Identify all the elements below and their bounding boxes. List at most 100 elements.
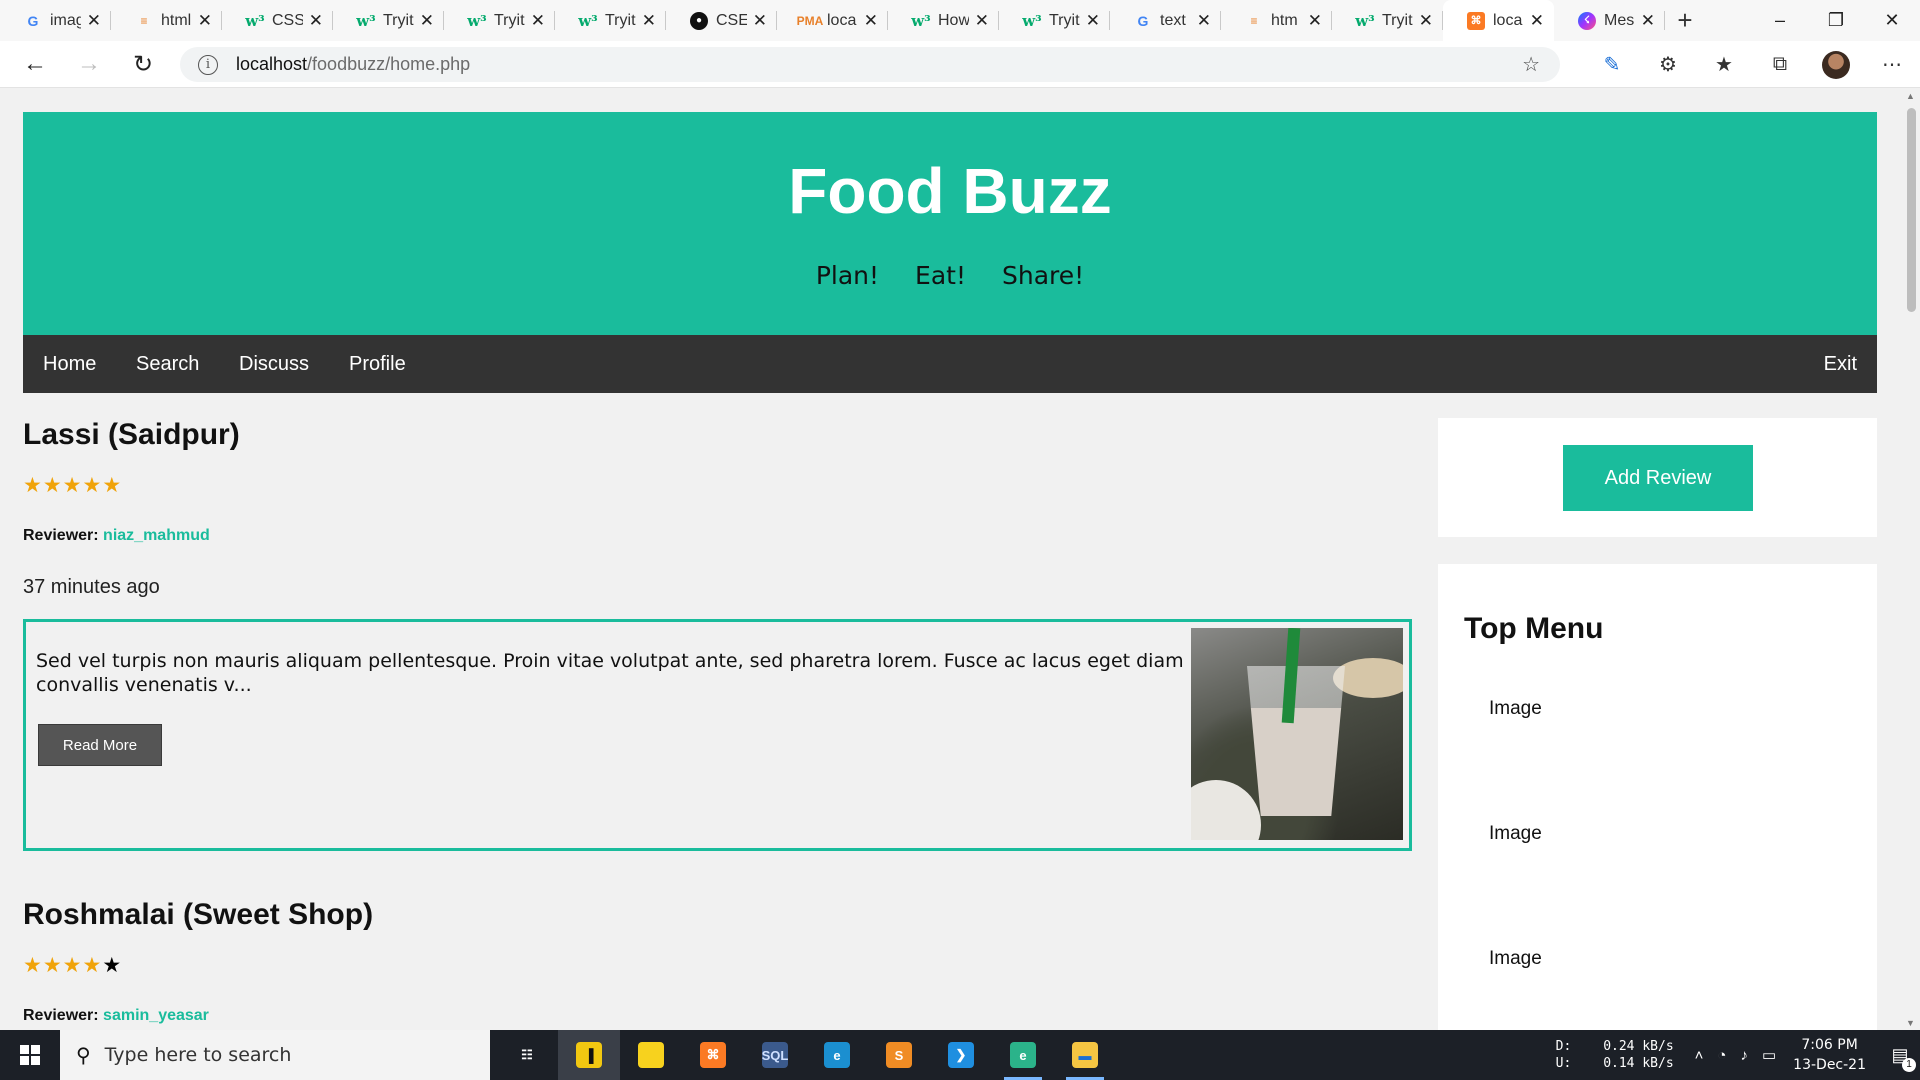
xampp-icon: ⌘ [1467, 11, 1485, 30]
browser-tab[interactable]: PMA loca ✕ [777, 0, 888, 41]
browser-tab[interactable]: ☇ Mes ✕ [1554, 0, 1665, 41]
close-window-button[interactable]: ✕ [1864, 0, 1920, 41]
search-icon: ⚲ [76, 1043, 91, 1067]
close-tab-icon[interactable]: ✕ [198, 11, 212, 31]
scroll-thumb[interactable] [1907, 108, 1916, 312]
browser-tab[interactable]: w³ Tryit ✕ [1332, 0, 1443, 41]
post-card: Sed vel turpis non mauris aliquam pellen… [23, 619, 1412, 851]
extensions-icon[interactable]: ⚙ [1640, 52, 1696, 77]
close-tab-icon[interactable]: ✕ [1641, 11, 1655, 31]
clock[interactable]: 7:06 PM 13-Dec-21 [1793, 1035, 1866, 1075]
nav-discuss[interactable]: Discuss [239, 335, 309, 393]
clock-date: 13-Dec-21 [1793, 1057, 1866, 1073]
reviewer-line: Reviewer: niaz_mahmud [23, 527, 210, 545]
address-bar[interactable]: i localhost /foodbuzz/home.php ☆ [180, 47, 1560, 82]
restore-button[interactable]: ❐ [1808, 0, 1864, 41]
profile-avatar[interactable] [1822, 50, 1850, 79]
close-tab-icon[interactable]: ✕ [975, 11, 989, 31]
xampp-button[interactable]: ⌘ [682, 1030, 744, 1080]
scroll-down-icon[interactable]: ▼ [1906, 1018, 1915, 1028]
reviewer-link[interactable]: samin_yeasar [103, 1007, 209, 1024]
post-title[interactable]: Roshmalai (Sweet Shop) [23, 898, 373, 932]
tagline-share: Share! [1002, 261, 1085, 290]
edge-button[interactable]: e [806, 1030, 868, 1080]
top-menu-image[interactable]: Image [1489, 948, 1542, 970]
close-tab-icon[interactable]: ✕ [87, 11, 101, 31]
minimize-button[interactable]: – [1752, 0, 1808, 41]
close-tab-icon[interactable]: ✕ [420, 11, 434, 31]
edge-dev-button[interactable]: e [992, 1030, 1054, 1080]
file-explorer-button[interactable]: ▬ [1054, 1030, 1116, 1080]
reviewer-label: Reviewer: [23, 527, 99, 544]
read-more-button[interactable]: Read More [38, 724, 162, 766]
address-toolbar: ← → ↻ i localhost /foodbuzz/home.php ☆ ✎… [0, 41, 1920, 88]
phpmyadmin-icon: PMA [796, 13, 824, 28]
close-tab-icon[interactable]: ✕ [864, 11, 878, 31]
taskbar-search[interactable]: ⚲ Type here to search [60, 1030, 490, 1080]
page-scrollbar[interactable]: ▲ ▼ [1903, 89, 1920, 1030]
browser-tab[interactable]: Gtext ✕ [1110, 0, 1221, 41]
file-explorer-icon: ▬ [1072, 1042, 1098, 1068]
mysql-workbench-button[interactable]: SQL [744, 1030, 806, 1080]
close-tab-icon[interactable]: ✕ [642, 11, 656, 31]
post-title[interactable]: Lassi (Saidpur) [23, 418, 240, 452]
top-menu-image[interactable]: Image [1489, 698, 1542, 720]
star-filled-icon: ★ [82, 954, 103, 977]
forward-icon[interactable]: → [62, 50, 116, 78]
notifications-button[interactable]: ▤ 1 [1880, 1045, 1920, 1072]
task-view-button[interactable]: ☷ [496, 1030, 558, 1080]
reviewer-link[interactable]: niaz_mahmud [103, 527, 210, 544]
close-tab-icon[interactable]: ✕ [1419, 11, 1433, 31]
add-favorite-icon[interactable]: ☆ [1522, 52, 1540, 77]
close-tab-icon[interactable]: ✕ [531, 11, 545, 31]
close-tab-icon[interactable]: ✕ [1308, 11, 1322, 31]
browser-tab[interactable]: w³ Tryit ✕ [333, 0, 444, 41]
tab-title: Tryit [605, 11, 636, 29]
tray-chevron-icon[interactable]: ˄ [1695, 1047, 1704, 1064]
browser-tab[interactable]: w³ Tryit ✕ [444, 0, 555, 41]
close-tab-icon[interactable]: ✕ [309, 11, 323, 31]
browser-tab[interactable]: w³ How ✕ [888, 0, 999, 41]
pen-icon[interactable]: ✎ [1584, 52, 1640, 77]
browser-tab[interactable]: w³ CSS ✕ [222, 0, 333, 41]
sublime-text-button[interactable]: S [868, 1030, 930, 1080]
add-review-button[interactable]: Add Review [1563, 445, 1753, 511]
power-bi-icon: ▐ [576, 1042, 602, 1068]
close-tab-icon[interactable]: ✕ [1086, 11, 1100, 31]
more-icon[interactable]: ⋯ [1864, 52, 1920, 77]
top-menu-title: Top Menu [1464, 612, 1604, 645]
browser-tab[interactable]: ⌘ loca ✕ [1443, 0, 1554, 41]
browser-tab[interactable]: w³ Tryit ✕ [999, 0, 1110, 41]
tab-title: htm [1271, 11, 1298, 29]
top-menu-image[interactable]: Image [1489, 823, 1542, 845]
back-icon[interactable]: ← [8, 50, 62, 78]
close-tab-icon[interactable]: ✕ [1197, 11, 1211, 31]
nav-profile[interactable]: Profile [349, 335, 406, 393]
star-empty-icon: ★ [102, 954, 123, 977]
browser-tab[interactable]: ● CSE ✕ [666, 0, 777, 41]
battery-icon[interactable]: ▭ [1762, 1046, 1776, 1064]
browser-tab[interactable]: ≡ html ✕ [111, 0, 222, 41]
close-tab-icon[interactable]: ✕ [1530, 11, 1544, 31]
volume-icon[interactable]: ♪ [1740, 1047, 1748, 1064]
power-bi-button[interactable]: ▐ [558, 1030, 620, 1080]
new-tab-button[interactable]: + [1665, 5, 1705, 36]
scroll-up-icon[interactable]: ▲ [1906, 91, 1915, 101]
favorites-icon[interactable]: ★ [1696, 52, 1752, 77]
reload-icon[interactable]: ↻ [116, 50, 170, 79]
close-tab-icon[interactable]: ✕ [753, 11, 767, 31]
tab-title: loca [1493, 11, 1523, 29]
wifi-icon[interactable]: ◔ [1717, 1047, 1726, 1064]
browser-tab[interactable]: ≡ htm ✕ [1221, 0, 1332, 41]
sticky-notes-button[interactable] [620, 1030, 682, 1080]
browser-tab[interactable]: Gimages ✕ [0, 0, 111, 41]
site-info-icon[interactable]: i [198, 54, 218, 75]
nav-search[interactable]: Search [136, 335, 199, 393]
vscode-button[interactable]: ❯ [930, 1030, 992, 1080]
browser-tab[interactable]: w³ Tryit ✕ [555, 0, 666, 41]
start-button[interactable] [0, 1030, 60, 1080]
nav-exit[interactable]: Exit [1824, 335, 1857, 393]
nav-home[interactable]: Home [43, 335, 96, 393]
rating-stars: ★★★★★ [23, 953, 122, 978]
collections-icon[interactable]: ⧉ [1752, 53, 1808, 76]
